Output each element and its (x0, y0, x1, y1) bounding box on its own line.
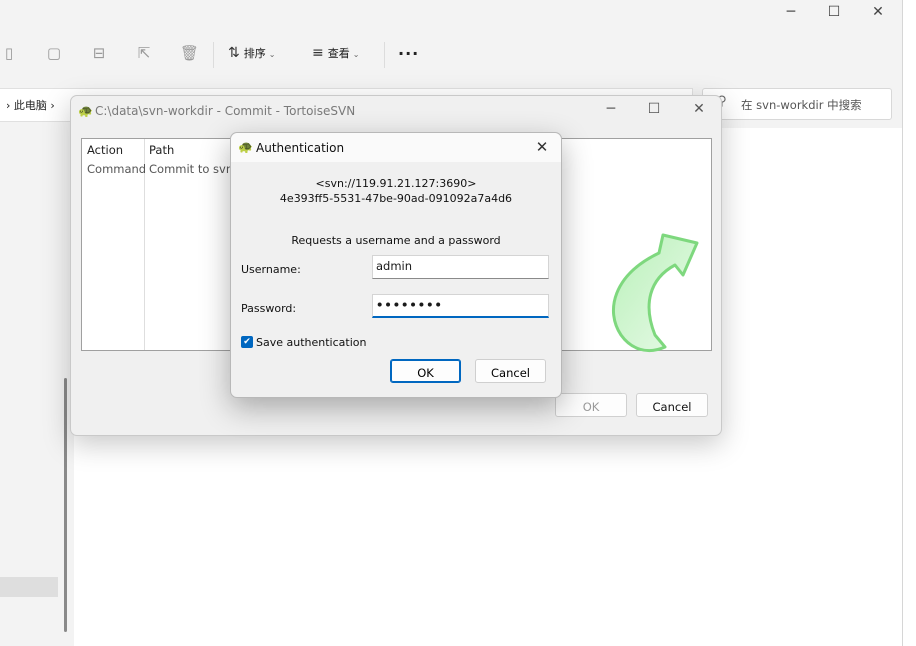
tortoisesvn-icon: 🐢 (238, 140, 253, 154)
row-action-cell: Command (87, 162, 147, 176)
save-authentication-label[interactable]: Save authentication (256, 336, 366, 349)
sort-menu-button[interactable]: ⇅ 排序 ⌄ (228, 44, 275, 64)
commit-close-button[interactable]: ✕ (684, 101, 714, 117)
sort-icon: ⇅ (228, 45, 240, 61)
rename-icon[interactable]: ⊟ (90, 44, 108, 62)
more-options-button[interactable]: ··· (398, 44, 419, 63)
delete-icon[interactable]: 🗑 (180, 44, 199, 62)
view-menu-button[interactable]: ≡ 查看 ⌄ (312, 44, 359, 64)
tortoisesvn-icon: 🐢 (78, 104, 93, 118)
save-authentication-checkbox[interactable]: ✔ (241, 336, 253, 348)
copy-icon[interactable]: ▯ (0, 44, 18, 62)
password-field[interactable]: •••••••• (372, 294, 549, 318)
sort-label: 排序 (243, 47, 266, 60)
dialog-title: Authentication (256, 141, 345, 155)
search-placeholder: 在 svn-workdir 中搜索 (741, 98, 862, 112)
view-label: 查看 (327, 47, 350, 60)
navigation-pane (0, 128, 60, 646)
commit-ok-button[interactable]: OK (555, 393, 627, 417)
view-icon: ≡ (312, 45, 324, 61)
toolbar-divider (384, 42, 385, 68)
commit-window-title: C:\data\svn-workdir - Commit - TortoiseS… (95, 104, 356, 118)
paste-icon[interactable]: ▢ (45, 44, 63, 62)
dialog-titlebar: 🐢 Authentication ✕ (231, 133, 561, 162)
commit-maximize-button[interactable]: ☐ (639, 101, 669, 117)
column-header-path[interactable]: Path (149, 143, 174, 157)
username-field[interactable]: admin (372, 255, 549, 279)
authentication-dialog: 🐢 Authentication ✕ <svn://119.91.21.127:… (230, 132, 562, 398)
explorer-maximize-button[interactable]: ☐ (819, 4, 849, 20)
toolbar-divider (213, 42, 214, 68)
cancel-button[interactable]: Cancel (475, 359, 546, 383)
nav-selected-item[interactable] (0, 577, 58, 597)
username-label: Username: (241, 263, 301, 276)
commit-arrow-icon (612, 233, 699, 352)
auth-prompt: Requests a username and a password (291, 234, 501, 247)
breadcrumb[interactable]: › 此电脑 › (6, 97, 55, 113)
ok-button[interactable]: OK (390, 359, 461, 383)
explorer-toolbar: ▯ ▢ ⊟ ⇱ 🗑 ⇅ 排序 ⌄ ≡ 查看 ⌄ (0, 34, 902, 76)
column-header-action[interactable]: Action (87, 143, 123, 157)
pane-scrollbar[interactable] (64, 378, 67, 632)
realm-uuid: 4e393ff5-5531-47be-90ad-091092a7a4d6 (279, 192, 513, 205)
chevron-down-icon: ⌄ (352, 50, 360, 59)
realm-url: <svn://119.91.21.127:3690> (315, 177, 477, 190)
commit-minimize-button[interactable]: ─ (596, 101, 626, 117)
share-icon[interactable]: ⇱ (135, 44, 153, 62)
explorer-close-button[interactable]: ✕ (863, 4, 893, 20)
explorer-minimize-button[interactable]: ─ (776, 4, 806, 20)
chevron-down-icon: ⌄ (268, 50, 276, 59)
password-label: Password: (241, 302, 297, 315)
search-input[interactable]: ⚲ 在 svn-workdir 中搜索 (702, 88, 892, 120)
commit-cancel-button[interactable]: Cancel (636, 393, 708, 417)
close-icon[interactable]: ✕ (531, 138, 553, 156)
row-path-cell: Commit to svn:// (149, 162, 231, 176)
